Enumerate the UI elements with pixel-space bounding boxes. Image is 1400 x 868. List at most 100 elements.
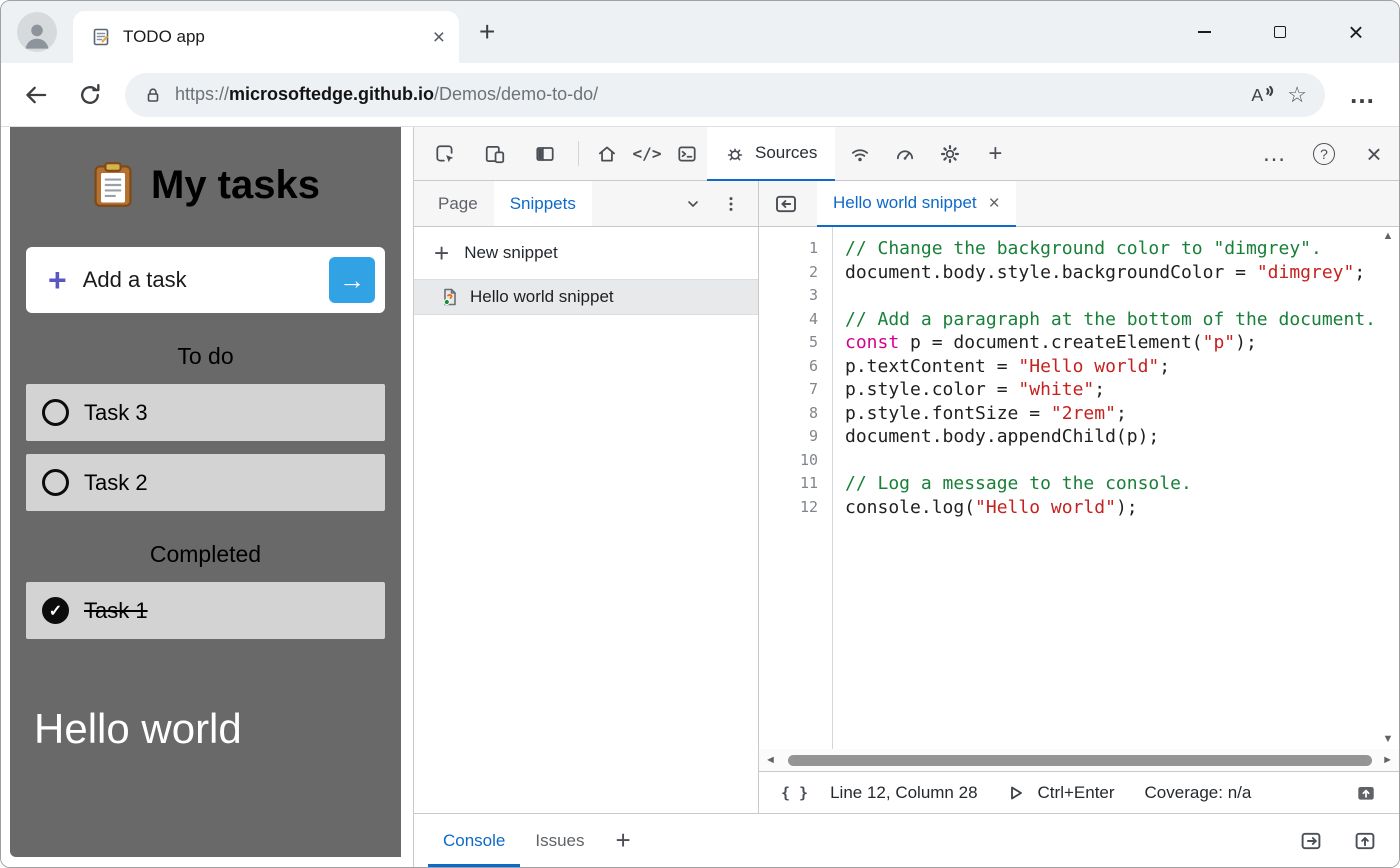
- more-tools-plus-icon[interactable]: +: [975, 127, 1015, 180]
- read-aloud-icon[interactable]: A: [1249, 83, 1275, 107]
- editor-gutter[interactable]: 123456789101112: [759, 227, 833, 749]
- devtools-close-icon[interactable]: ×: [1349, 127, 1399, 180]
- code-line[interactable]: p.style.color = "white";: [845, 378, 1399, 402]
- browser-menu-icon[interactable]: …: [1341, 79, 1383, 110]
- line-number[interactable]: 9: [759, 425, 818, 449]
- devtools-menu-icon[interactable]: …: [1249, 127, 1299, 180]
- line-number[interactable]: 2: [759, 261, 818, 285]
- devtools-panel: </> Sources: [413, 127, 1399, 867]
- toggle-navigator-icon[interactable]: [769, 189, 803, 219]
- line-number[interactable]: 6: [759, 355, 818, 379]
- drawer-dock-icon[interactable]: [1299, 829, 1323, 853]
- add-task-input[interactable]: Add a task: [83, 267, 313, 293]
- code-line[interactable]: // Add a paragraph at the bottom of the …: [845, 308, 1399, 332]
- code-editor[interactable]: 123456789101112 // Change the background…: [759, 227, 1399, 749]
- snippet-item[interactable]: Hello world snippet: [414, 279, 758, 315]
- site-lock-icon[interactable]: [143, 85, 163, 105]
- horizontal-scrollbar-thumb[interactable]: [788, 755, 1372, 766]
- task-item[interactable]: ✓Task 1: [26, 582, 385, 639]
- window-close-button[interactable]: ×: [1341, 17, 1371, 47]
- page-title: My tasks: [151, 163, 320, 208]
- scroll-right-icon[interactable]: ►: [1382, 755, 1393, 766]
- task-item[interactable]: Task 3: [26, 384, 385, 441]
- line-number[interactable]: 1: [759, 237, 818, 261]
- vertical-scrollbar[interactable]: ▲ ▼: [1379, 231, 1397, 745]
- code-line[interactable]: [845, 284, 1399, 308]
- code-line[interactable]: p.style.fontSize = "2rem";: [845, 402, 1399, 426]
- address-bar[interactable]: https://microsoftedge.github.io/Demos/de…: [125, 73, 1325, 117]
- line-number[interactable]: 3: [759, 284, 818, 308]
- editor-tab[interactable]: Hello world snippet ×: [817, 181, 1016, 227]
- code-line[interactable]: console.log("Hello world");: [845, 496, 1399, 520]
- tab-close-icon[interactable]: ×: [433, 27, 445, 48]
- console-panel-icon[interactable]: [667, 127, 707, 180]
- performance-panel-icon[interactable]: [885, 127, 925, 180]
- code-line[interactable]: document.body.style.backgroundColor = "d…: [845, 261, 1399, 285]
- refresh-button[interactable]: [71, 76, 109, 114]
- pretty-print-icon[interactable]: { }: [781, 784, 808, 802]
- add-task-submit-button[interactable]: →: [329, 257, 375, 303]
- url-domain: microsoftedge.github.io: [229, 84, 434, 104]
- code-line[interactable]: [845, 449, 1399, 473]
- code-line[interactable]: document.body.appendChild(p);: [845, 425, 1399, 449]
- navigator-tab-snippets[interactable]: Snippets: [494, 181, 592, 226]
- settings-gear-icon[interactable]: [925, 127, 975, 180]
- run-snippet-icon[interactable]: [1006, 783, 1026, 803]
- window-minimize-button[interactable]: [1189, 17, 1219, 47]
- line-number[interactable]: 5: [759, 331, 818, 355]
- elements-panel-icon[interactable]: </>: [627, 127, 667, 180]
- browser-titlebar: TODO app × + ×: [1, 1, 1399, 63]
- line-number[interactable]: 11: [759, 472, 818, 496]
- profile-avatar[interactable]: [17, 12, 57, 52]
- navigator-kebab-menu-icon[interactable]: [712, 194, 750, 214]
- cursor-position: Line 12, Column 28: [830, 783, 977, 803]
- window-maximize-button[interactable]: [1265, 17, 1295, 47]
- navigator-tab-page[interactable]: Page: [422, 181, 494, 226]
- more-tabs-chevron-icon[interactable]: [674, 194, 712, 214]
- favorites-star-icon[interactable]: ☆: [1287, 82, 1307, 108]
- back-arrow-icon: [23, 82, 49, 108]
- code-line[interactable]: p.textContent = "Hello world";: [845, 355, 1399, 379]
- editor-tab-close-icon[interactable]: ×: [989, 194, 1000, 213]
- line-number[interactable]: 7: [759, 378, 818, 402]
- code-line[interactable]: // Log a message to the console.: [845, 472, 1399, 496]
- line-number[interactable]: 8: [759, 402, 818, 426]
- task-unchecked-icon[interactable]: [42, 399, 69, 426]
- line-number[interactable]: 12: [759, 496, 818, 520]
- new-tab-button[interactable]: +: [479, 18, 495, 46]
- new-snippet-button[interactable]: + New snippet: [414, 227, 758, 279]
- scroll-left-icon[interactable]: ◄: [765, 755, 776, 766]
- task-item[interactable]: Task 2: [26, 454, 385, 511]
- url-text[interactable]: https://microsoftedge.github.io/Demos/de…: [175, 84, 598, 105]
- tab-sources[interactable]: Sources: [707, 127, 835, 181]
- navigator-tabs: Page Snippets: [414, 181, 758, 227]
- code-line[interactable]: const p = document.createElement("p");: [845, 331, 1399, 355]
- back-button[interactable]: [17, 76, 55, 114]
- task-checked-icon[interactable]: ✓: [42, 597, 69, 624]
- horizontal-scrollbar[interactable]: ◄ ►: [759, 749, 1399, 771]
- plus-icon: +: [434, 240, 449, 266]
- devtools-resizer[interactable]: [401, 127, 413, 867]
- save-source-icon[interactable]: [1355, 782, 1377, 804]
- scroll-down-icon[interactable]: ▼: [1383, 734, 1394, 745]
- line-number[interactable]: 4: [759, 308, 818, 332]
- add-task-form[interactable]: + Add a task →: [26, 247, 385, 313]
- scroll-up-icon[interactable]: ▲: [1383, 231, 1394, 242]
- drawer-expand-icon[interactable]: [1353, 829, 1377, 853]
- welcome-home-icon[interactable]: [587, 127, 627, 180]
- line-number[interactable]: 10: [759, 449, 818, 473]
- dock-side-icon[interactable]: [520, 127, 570, 180]
- drawer-tab-console[interactable]: Console: [428, 814, 520, 867]
- task-unchecked-icon[interactable]: [42, 469, 69, 496]
- window-controls: ×: [1189, 17, 1399, 47]
- browser-tab[interactable]: TODO app ×: [73, 11, 459, 63]
- device-toolbar-icon[interactable]: [470, 127, 520, 180]
- drawer-more-tabs-icon[interactable]: +: [600, 814, 647, 867]
- help-icon[interactable]: ?: [1299, 127, 1349, 180]
- network-panel-icon[interactable]: [835, 127, 885, 180]
- drawer-tab-issues[interactable]: Issues: [520, 814, 599, 867]
- code-line[interactable]: // Change the background color to "dimgr…: [845, 237, 1399, 261]
- editor-code[interactable]: // Change the background color to "dimgr…: [833, 227, 1399, 749]
- devtools-toolbar: </> Sources: [414, 127, 1399, 181]
- inspect-element-icon[interactable]: [420, 127, 470, 180]
